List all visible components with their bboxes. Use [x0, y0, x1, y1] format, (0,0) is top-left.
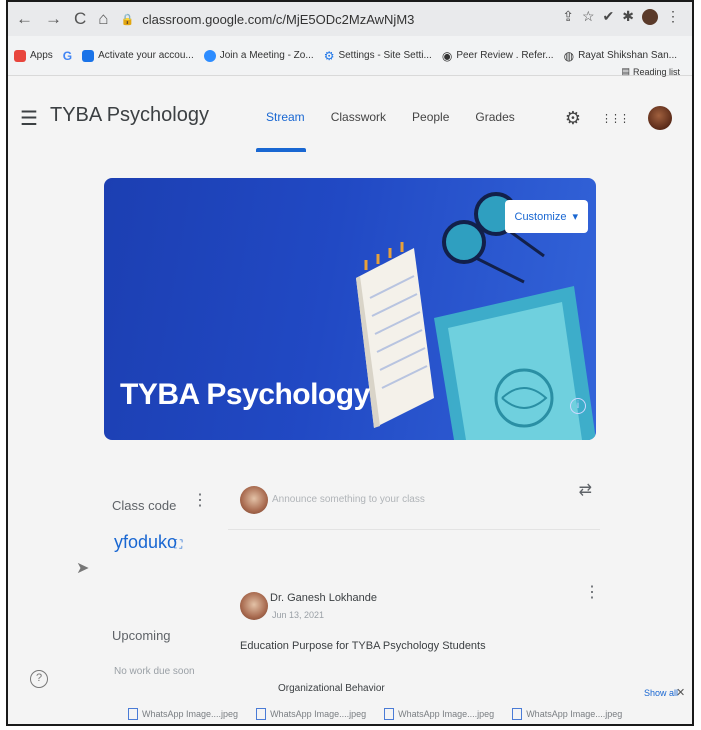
help-icon[interactable]: ?	[30, 670, 48, 688]
zoom-favicon-icon	[203, 49, 216, 62]
browser-profile-avatar[interactable]	[642, 8, 658, 25]
repost-icon[interactable]: ⇄	[579, 480, 592, 500]
google-apps-icon[interactable]: ⋮⋮⋮	[601, 112, 630, 125]
rayat-favicon-icon: ◍	[563, 48, 575, 63]
image-file-icon	[512, 708, 523, 720]
google-icon: G	[62, 48, 73, 63]
user-avatar[interactable]	[648, 106, 672, 130]
customize-button[interactable]: Customize ▾	[504, 200, 588, 233]
image-file-icon	[256, 708, 267, 720]
post-title: Education Purpose for TYBA Psychology St…	[240, 640, 486, 652]
fullscreen-icon[interactable]: ⛶	[174, 537, 182, 552]
download-item[interactable]: WhatsApp Image....jpeg	[128, 708, 238, 720]
show-all-downloads-button[interactable]: Show all	[644, 688, 678, 698]
bookmark-google[interactable]: G	[63, 49, 72, 63]
check-extension-icon[interactable]: ✔	[603, 8, 615, 25]
bookmark-site-settings[interactable]: ⚙ Settings - Site Setti...	[324, 49, 432, 63]
apps-grid-icon	[14, 49, 26, 62]
image-file-icon	[384, 708, 395, 720]
post-author: Dr. Ganesh Lokhande	[270, 592, 378, 604]
download-item[interactable]: WhatsApp Image....jpeg	[256, 708, 366, 720]
tab-stream[interactable]: Stream	[266, 110, 305, 124]
post-author-avatar	[240, 592, 268, 620]
tab-grades[interactable]: Grades	[475, 110, 514, 124]
info-icon[interactable]: i	[570, 398, 586, 414]
post-date: Jun 13, 2021	[272, 610, 325, 620]
bookmark-peer-review[interactable]: ◉ Peer Review . Refer...	[442, 49, 554, 63]
post-more-icon[interactable]: ⋮	[584, 582, 600, 602]
no-work-text: No work due soon	[114, 666, 195, 677]
teacher-avatar	[240, 486, 268, 514]
class-tabs: Stream Classwork People Grades	[266, 110, 515, 124]
bookmark-zoom[interactable]: Join a Meeting - Zo...	[203, 49, 314, 62]
bookmarks-bar: Apps G Activate your accou... Join a Mee…	[8, 36, 692, 76]
forward-icon[interactable]: →	[45, 9, 62, 29]
back-icon[interactable]: ←	[16, 9, 33, 29]
reload-icon[interactable]: C	[74, 9, 86, 29]
announce-box[interactable]: Announce something to your class ⇄	[228, 468, 600, 530]
star-icon[interactable]: ☆	[582, 8, 595, 25]
main-menu-icon[interactable]: ☰	[20, 106, 38, 131]
share-icon[interactable]: ⇪	[562, 8, 574, 25]
active-tab-indicator	[256, 148, 306, 152]
reading-list-icon: ▤	[621, 66, 630, 76]
class-banner: TYBA Psychology Customize ▾ i	[104, 178, 596, 440]
reading-list-button[interactable]: ▤ Reading list	[621, 66, 680, 77]
tab-people[interactable]: People	[412, 110, 449, 124]
mouse-pointer-icon: ➤	[76, 560, 90, 577]
browser-window: ← → C ⌂ 🔒 classroom.google.com/c/MjE5ODc…	[6, 0, 694, 726]
download-item[interactable]: WhatsApp Image....jpeg	[512, 708, 622, 720]
url-field[interactable]: 🔒 classroom.google.com/c/MjE5ODc2MzAwNjM…	[121, 12, 415, 27]
banner-class-title: TYBA Psychology	[120, 378, 370, 411]
upcoming-label: Upcoming	[112, 628, 171, 643]
download-shelf: WhatsApp Image....jpeg WhatsApp Image...…	[128, 700, 622, 724]
post-subtitle: Organizational Behavior	[278, 683, 385, 694]
caret-down-icon: ▾	[572, 211, 578, 223]
browser-toolbar-icons: ⇪ ☆ ✔ ✱ ⋮	[562, 8, 680, 25]
class-code-value: yfoduko	[114, 532, 178, 552]
image-file-icon	[128, 708, 138, 720]
class-code-label: Class code	[112, 498, 177, 513]
announce-input[interactable]: Announce something to your class	[272, 494, 425, 505]
customize-label: Customize	[514, 210, 567, 223]
browser-menu-icon[interactable]: ⋮	[666, 8, 680, 25]
class-settings-icon[interactable]: ⚙	[565, 108, 581, 129]
close-icon[interactable]: ✕	[676, 686, 685, 699]
home-icon[interactable]: ⌂	[98, 9, 108, 29]
lock-icon: 🔒	[120, 13, 135, 26]
page-title[interactable]: TYBA Psychology	[50, 104, 209, 127]
class-code-more-icon[interactable]: ⋮	[192, 490, 208, 510]
url-text: classroom.google.com/c/MjE5ODc2MzAwNjM3	[142, 11, 415, 27]
settings-gear-favicon-icon: ⚙	[323, 48, 335, 63]
classroom-favicon-icon	[82, 49, 95, 62]
download-item[interactable]: WhatsApp Image....jpeg	[384, 708, 494, 720]
bookmark-apps[interactable]: Apps	[14, 49, 53, 62]
peer-review-favicon-icon: ◉	[441, 48, 453, 63]
bookmark-rayat-shikshan[interactable]: ◍ Rayat Shikshan San...	[564, 49, 677, 63]
puzzle-extension-icon[interactable]: ✱	[622, 8, 634, 25]
header-actions: ⚙ ⋮⋮⋮	[565, 106, 672, 130]
bookmark-activate-account[interactable]: Activate your accou...	[82, 49, 194, 62]
classroom-header: ☰ TYBA Psychology Stream Classwork Peopl…	[8, 88, 692, 152]
address-bar-row: ← → C ⌂ 🔒 classroom.google.com/c/MjE5ODc…	[8, 2, 692, 36]
tab-classwork[interactable]: Classwork	[331, 110, 386, 124]
tablet-illustration	[434, 286, 596, 440]
